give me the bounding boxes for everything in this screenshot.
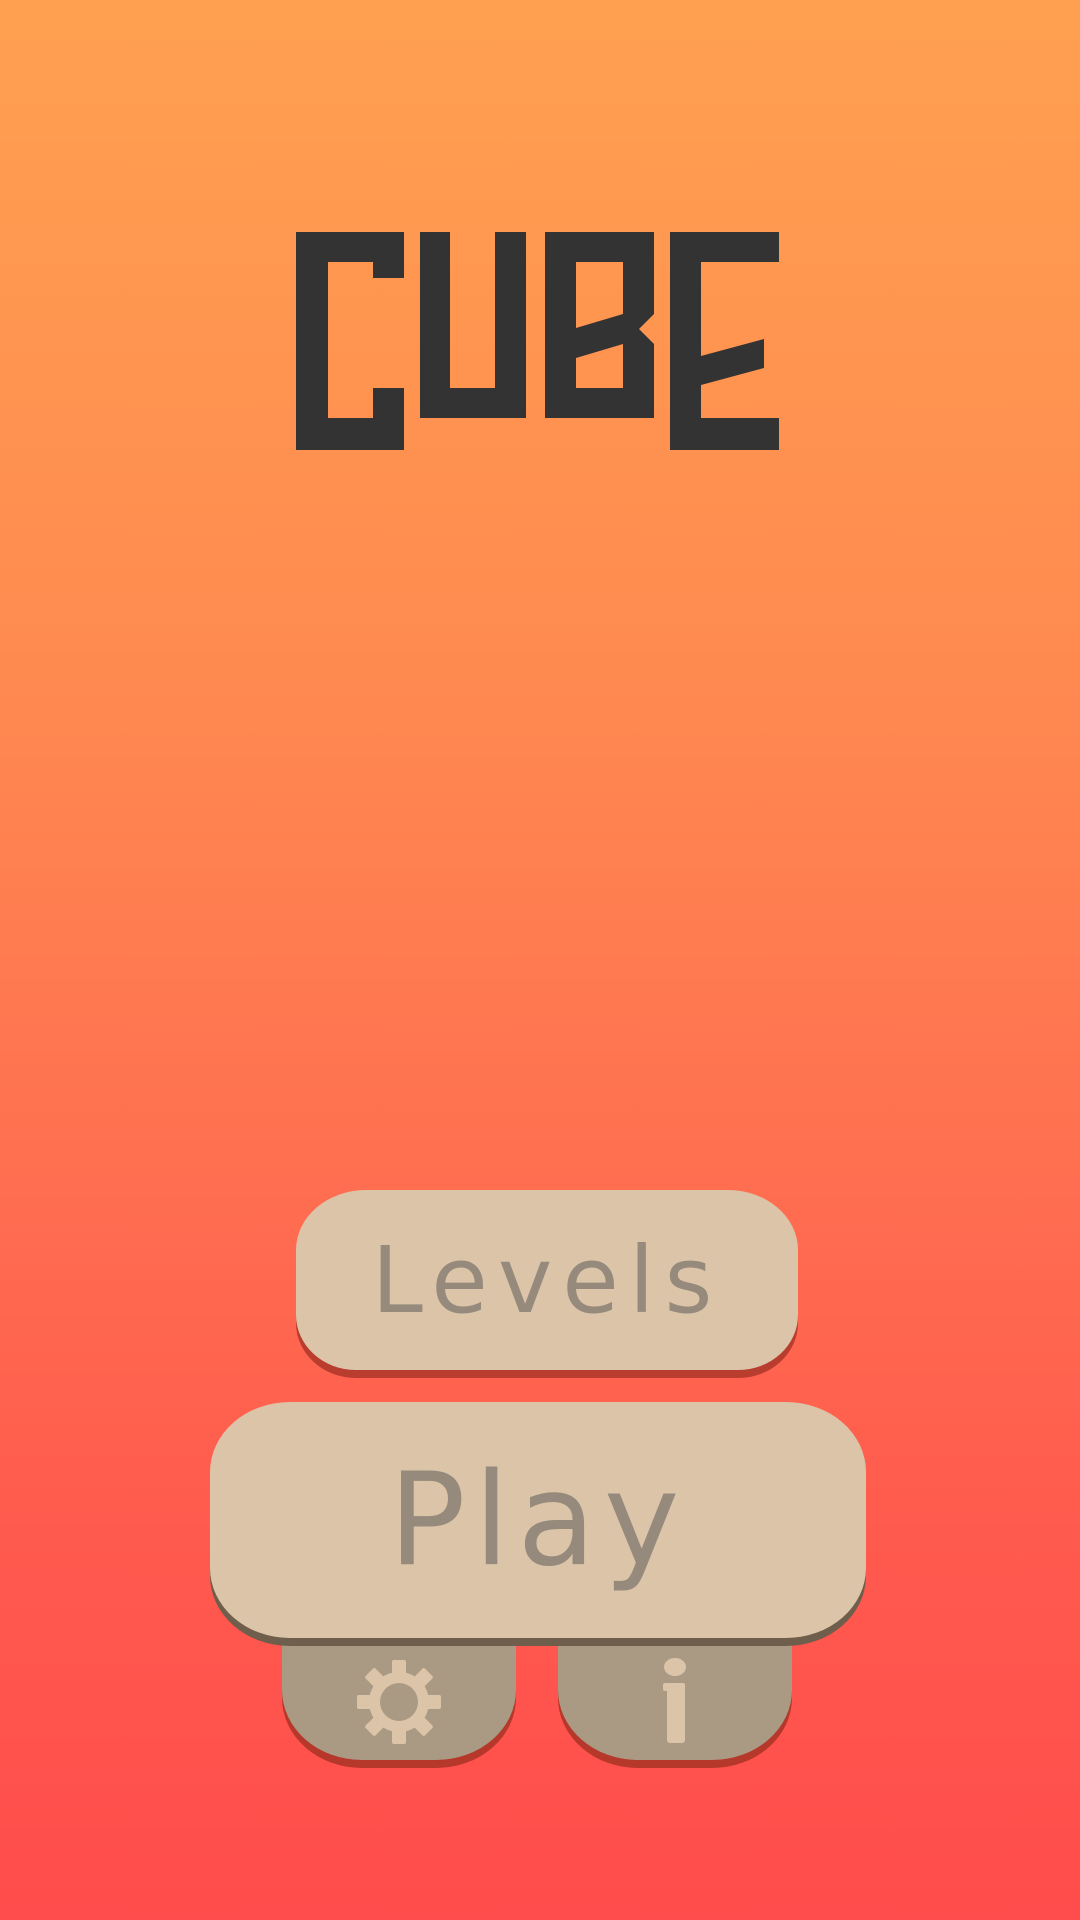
levels-button[interactable]: Levels [296, 1190, 798, 1370]
play-button[interactable]: Play [210, 1402, 866, 1638]
levels-button-label: Levels [371, 1226, 723, 1334]
main-menu-screen: Levels Play [0, 0, 1080, 1920]
cube-logo-graphic [296, 232, 779, 450]
game-logo [296, 230, 780, 450]
info-icon [655, 1657, 695, 1751]
gear-icon [357, 1660, 441, 1748]
play-button-label: Play [388, 1445, 688, 1595]
